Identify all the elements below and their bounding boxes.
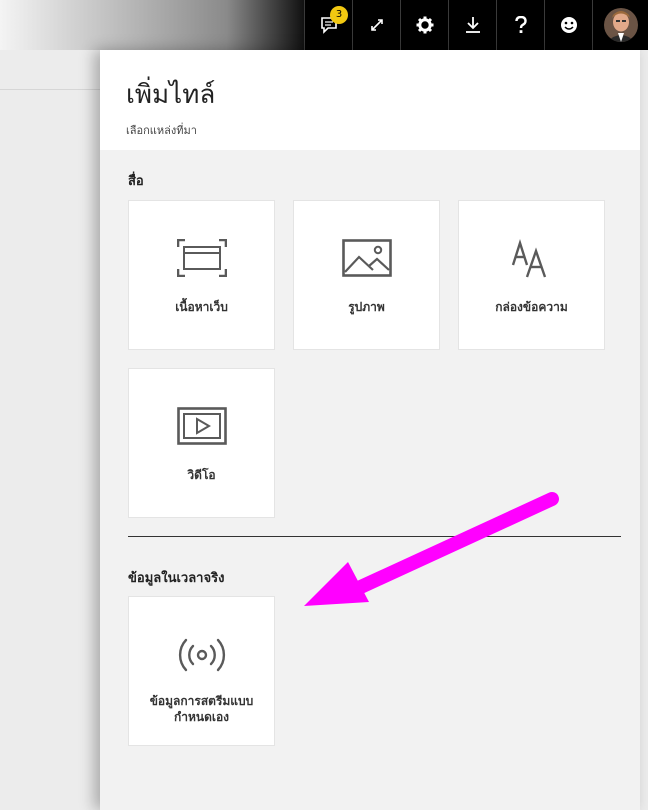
notification-badge: 3: [330, 6, 348, 24]
background-divider: [0, 89, 110, 90]
tile-label: รูปภาพ: [348, 300, 385, 314]
annotation-arrow: [304, 492, 559, 606]
text-box-icon: [511, 239, 546, 278]
tile-label: ข้อมูลการสตรีมแบบกำหนดเอง: [149, 694, 254, 724]
streaming-icon: [178, 638, 225, 672]
tile-web-content[interactable]: เนื้อหาเว็บ: [128, 200, 275, 350]
web-content-icon: [176, 239, 227, 277]
tile-text-box[interactable]: กล่องข้อความ: [458, 200, 605, 350]
tile-custom-streaming-data[interactable]: ข้อมูลการสตรีมแบบกำหนดเอง: [128, 596, 275, 746]
image-icon: [341, 239, 392, 277]
help-button[interactable]: [496, 0, 544, 50]
add-tile-panel: เพิ่มไทล์ เลือกแหล่งที่มา สื่อ เนื้อหาเว…: [100, 50, 640, 810]
panel-subtitle: เลือกแหล่งที่มา: [126, 124, 197, 137]
tile-image[interactable]: รูปภาพ: [293, 200, 440, 350]
account-button[interactable]: [592, 0, 648, 50]
user-avatar: [603, 8, 638, 42]
gear-icon: [416, 16, 433, 34]
section-label-media: สื่อ: [128, 174, 144, 189]
settings-button[interactable]: [400, 0, 448, 50]
tile-video[interactable]: วิดีโอ: [128, 368, 275, 518]
tile-label: วิดีโอ: [187, 468, 216, 482]
video-icon: [176, 407, 227, 445]
fullscreen-button[interactable]: [352, 0, 400, 50]
download-icon: [465, 17, 480, 33]
help-icon: [514, 16, 527, 33]
tile-label: เนื้อหาเว็บ: [175, 300, 228, 314]
top-toolbar: 3: [304, 0, 648, 50]
download-button[interactable]: [448, 0, 496, 50]
expand-icon: [370, 19, 383, 31]
notifications-button[interactable]: 3: [304, 0, 352, 50]
section-label-realtime: ข้อมูลในเวลาจริง: [128, 571, 225, 586]
panel-header: เพิ่มไทล์ เลือกแหล่งที่มา: [100, 50, 640, 150]
tile-label: กล่องข้อความ: [495, 300, 568, 314]
feedback-button[interactable]: [544, 0, 592, 50]
smiley-icon: [560, 17, 577, 33]
panel-title: เพิ่มไทล์: [126, 80, 216, 110]
